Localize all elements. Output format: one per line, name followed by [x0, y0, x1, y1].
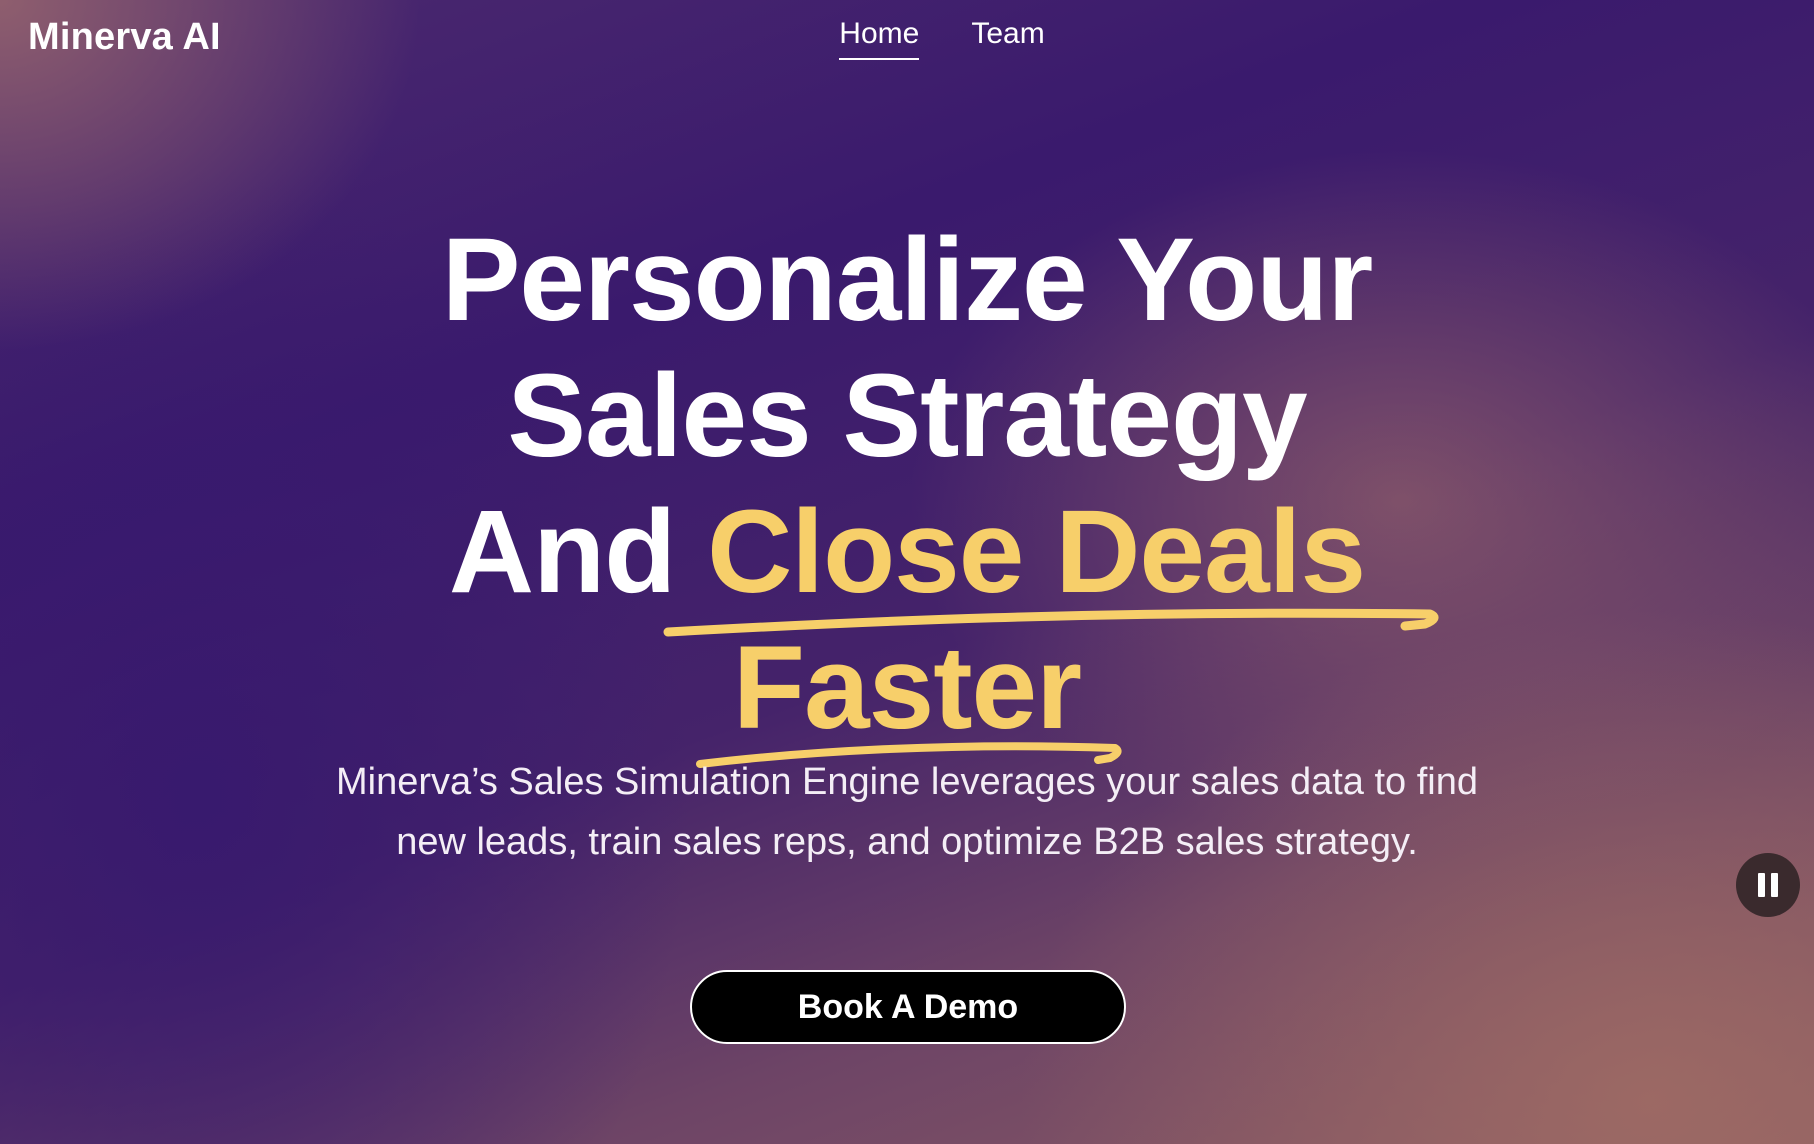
nav-team-link[interactable]: Team: [971, 14, 1044, 60]
hero-headline: Personalize Your Sales Strategy And Clos…: [0, 212, 1814, 756]
book-demo-button[interactable]: Book A Demo: [690, 970, 1126, 1044]
headline-line-3-prefix: And: [448, 486, 676, 618]
nav-home-link[interactable]: Home: [839, 14, 920, 60]
headline-highlight-faster: Faster: [732, 622, 1082, 754]
headline-line-1: Personalize Your: [441, 214, 1374, 346]
pause-button[interactable]: [1736, 853, 1800, 917]
hero-subtitle: Minerva’s Sales Simulation Engine levera…: [335, 761, 1479, 863]
headline-line-2: Sales Strategy: [507, 350, 1307, 482]
main-nav: Home Team: [0, 14, 1814, 60]
headline-highlight-close-deals: Close Deals: [707, 486, 1366, 618]
pause-icon: [1755, 873, 1781, 897]
